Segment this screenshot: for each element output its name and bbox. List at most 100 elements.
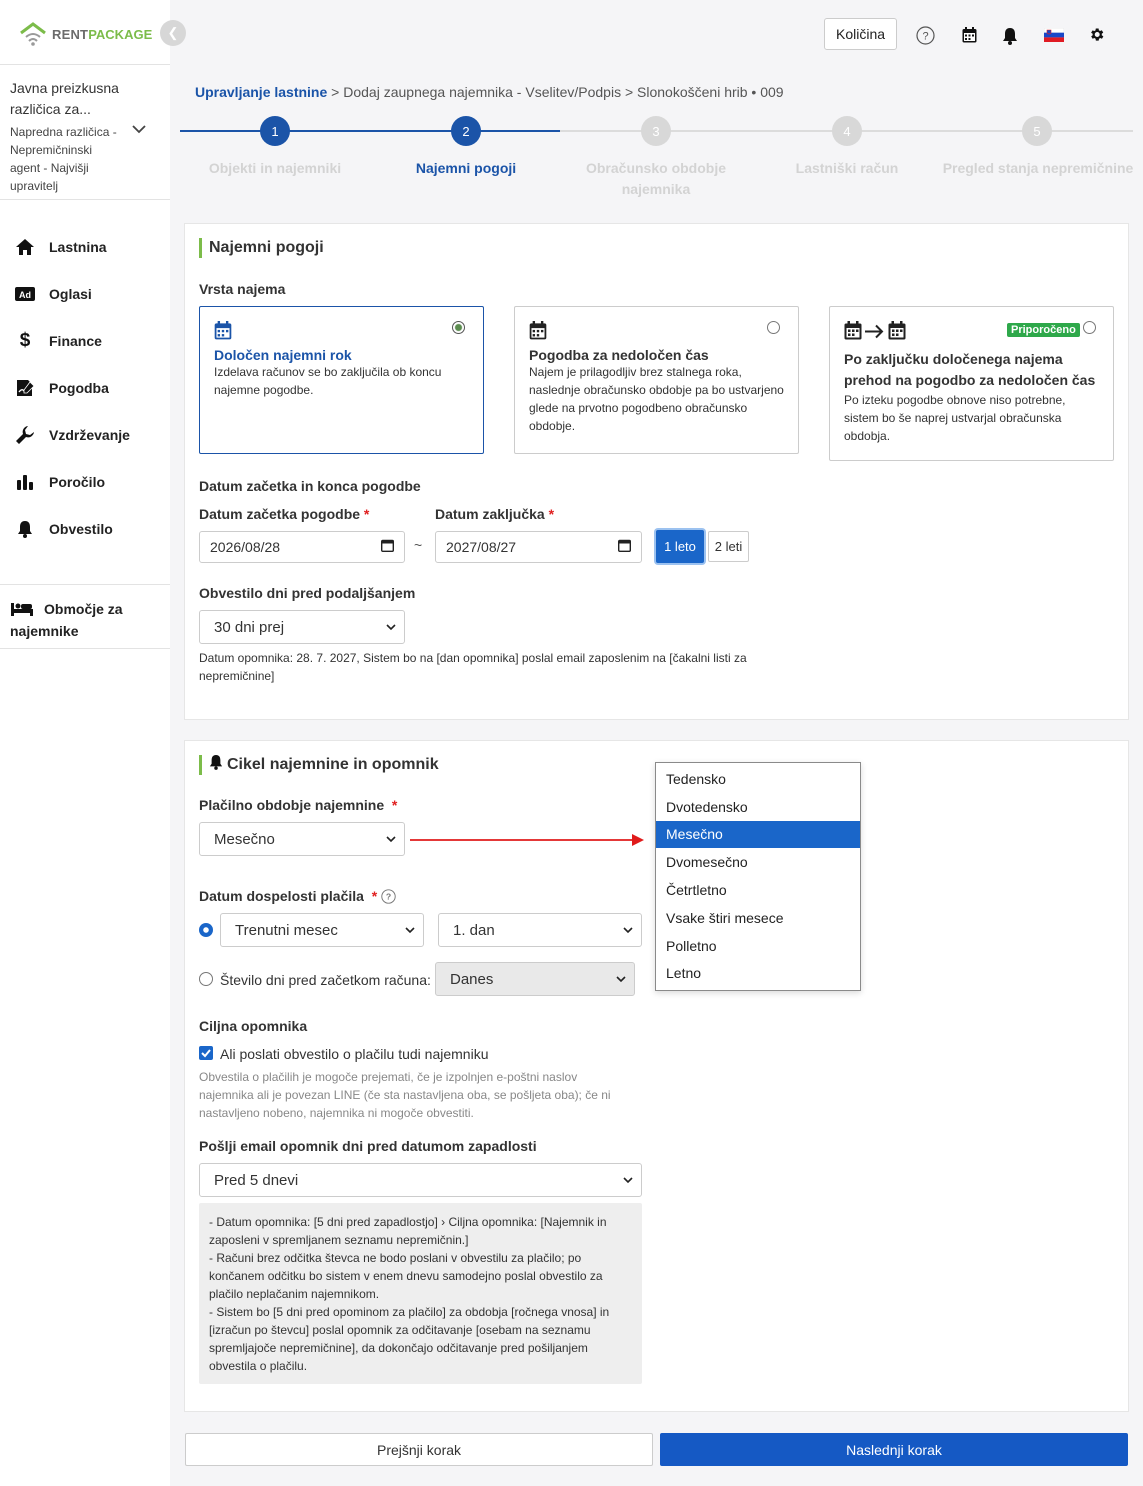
sidebar-item-obvestilo[interactable]: Obvestilo [0, 509, 170, 549]
gear-icon[interactable] [1088, 26, 1105, 46]
email-reminder-select[interactable]: Pred 5 dnevi [199, 1163, 642, 1197]
reminder-target-label: Ciljna opomnika [199, 1018, 308, 1034]
chevron-down-icon[interactable] [132, 124, 146, 134]
days-before-select[interactable]: Danes [435, 962, 635, 996]
dropdown-option[interactable]: Dvomesečno [656, 848, 860, 876]
account-switcher[interactable]: Javna preizkusna različica za... Napredn… [10, 78, 155, 195]
radio-transition[interactable] [1083, 321, 1096, 334]
required-marker: * [363, 506, 370, 522]
dropdown-option[interactable]: Vsake štiri mesece [656, 904, 860, 932]
payment-period-dropdown[interactable]: Tedensko Dvotedensko Mesečno Dvomesečno … [655, 762, 861, 991]
sidebar-item-finance[interactable]: $ Finance [0, 321, 170, 361]
ad-icon: Ad [14, 283, 36, 305]
date-range-separator: ~ [414, 537, 423, 553]
dropdown-option[interactable]: Tedensko [656, 765, 860, 793]
dropdown-option[interactable]: Dvotedensko [656, 793, 860, 821]
calendar-picker-icon[interactable] [380, 539, 395, 555]
account-role: Napredna različica - Nepremičninski agen… [10, 125, 117, 193]
due-date-label: Datum dospelosti plačila * ? [199, 888, 396, 907]
svg-text:?: ? [922, 31, 928, 43]
renewal-notice-note: Datum opomnika: 28. 7. 2027, Sistem bo n… [199, 651, 747, 683]
logo-text-a: RENT [52, 26, 89, 42]
bell-icon [209, 754, 223, 775]
rental-type-option-fixed[interactable]: Določen najemni rok Izdelava računov se … [199, 306, 484, 454]
help-icon[interactable]: ? [916, 26, 935, 48]
sidebar-item-porocilo[interactable]: Poročilo [0, 462, 170, 502]
dropdown-option[interactable]: Letno [656, 960, 860, 988]
notification-bell-icon[interactable] [1002, 27, 1018, 48]
sidebar-item-pogodba[interactable]: Pogodba [0, 368, 170, 408]
sidebar-item-label: Obvestilo [49, 521, 113, 537]
end-date-input[interactable]: 2027/08/27 [435, 531, 642, 563]
divider [0, 64, 170, 65]
step-1-dot[interactable]: 1 [260, 116, 290, 146]
sidebar-item-lastnina[interactable]: Lastnina [0, 227, 170, 267]
dropdown-option[interactable]: Polletno [656, 932, 860, 960]
payment-period-select[interactable]: Mesečno [199, 822, 405, 856]
chevron-down-icon [386, 624, 396, 631]
option-description: Najem je prilagodljiv brez stalnega roka… [529, 365, 784, 433]
previous-step-button[interactable]: Prejšnji korak [185, 1433, 653, 1466]
due-day-select[interactable]: 1. dan [438, 913, 642, 947]
info-line: - Sistem bo [5 dni pred opominom za plač… [209, 1305, 610, 1373]
sidebar-item-vzdrzevanje[interactable]: Vzdrževanje [0, 415, 170, 455]
due-date-label-text: Datum dospelosti plačila [199, 888, 364, 904]
start-date-value: 2026/08/28 [210, 539, 281, 555]
divider [0, 648, 170, 649]
sidebar-item-oglasi[interactable]: Ad Oglasi [0, 274, 170, 314]
reminder-info-box: - Datum opomnika: [5 dni pred zapadlostj… [199, 1203, 642, 1384]
step-5-label: Pregled stanja nepremičnine [942, 160, 1134, 176]
red-arrow-annotation [410, 834, 644, 846]
calendar-picker-icon[interactable] [617, 539, 632, 555]
start-date-label: Datum začetka pogodbe * [199, 506, 369, 522]
calendar-icon[interactable] [962, 27, 977, 46]
chevron-left-icon: ❮ [167, 25, 179, 40]
svg-text:?: ? [386, 892, 391, 902]
rental-terms-card [184, 223, 1129, 720]
due-month-radio[interactable] [199, 923, 213, 937]
days-before-value: Danes [450, 970, 494, 988]
calendar-icon [529, 321, 547, 343]
end-date-label: Datum zaključka * [435, 506, 554, 522]
step-2-label: Najemni pogoji [415, 160, 517, 176]
dollar-icon: $ [19, 330, 31, 351]
info-line: - Datum opomnika: [5 dni pred zapadlostj… [209, 1215, 607, 1247]
radio-indefinite[interactable] [767, 321, 780, 334]
step-4-dot: 4 [832, 116, 862, 146]
logo-text-b: PACKAGE [88, 26, 153, 42]
chevron-down-icon [616, 976, 626, 983]
logo-icon [20, 22, 46, 46]
option-description: Izdelava računov se bo zaključila ob kon… [214, 365, 442, 397]
option-title: Po zaključku določenega najema prehod na… [844, 351, 1096, 388]
sidebar-item-tenant-area[interactable]: Območje za najemnike [10, 598, 160, 642]
next-step-button[interactable]: Naslednji korak [660, 1433, 1128, 1466]
dropdown-option[interactable]: Četrtletno [656, 876, 860, 904]
start-date-input[interactable]: 2026/08/28 [199, 531, 405, 563]
logo[interactable]: RENT PACKAGE [18, 20, 152, 48]
dropdown-option-selected[interactable]: Mesečno [656, 820, 860, 849]
days-before-radio[interactable] [199, 972, 213, 986]
account-name: Javna preizkusna različica za... [10, 80, 119, 117]
two-years-button[interactable]: 2 leti [708, 531, 749, 562]
quantity-button[interactable]: Količina [824, 18, 898, 50]
radio-fixed[interactable] [452, 321, 465, 334]
chevron-down-icon [405, 927, 415, 934]
help-icon[interactable]: ? [381, 889, 396, 907]
rent-cycle-title: Cikel najemnine in opomnik [199, 754, 439, 775]
rental-type-option-transition[interactable]: Po zaključku določenega najema prehod na… [829, 306, 1114, 461]
step-2-dot[interactable]: 2 [451, 116, 481, 146]
rental-type-option-indefinite[interactable]: Pogodba za nedoločen čas Najem je prilag… [514, 306, 799, 454]
recommended-badge: Priporočeno [1007, 323, 1080, 337]
collapse-sidebar-button[interactable]: ❮ [160, 20, 186, 46]
calendar-arrow-calendar-icon [844, 321, 908, 343]
flag-si-icon[interactable] [1043, 27, 1065, 45]
one-year-button[interactable]: 1 leto [656, 530, 704, 563]
due-month-select[interactable]: Trenutni mesec [220, 913, 424, 947]
home-icon [14, 236, 36, 258]
breadcrumb-root-link[interactable]: Upravljanje lastnine [195, 84, 327, 100]
days-before-label: Število dni pred začetkom računa: [220, 972, 431, 988]
email-reminder-value: Pred 5 dnevi [214, 1171, 299, 1189]
payment-period-label-text: Plačilno obdobje najemnine [199, 797, 385, 813]
renewal-notice-select[interactable]: 30 dni prej [199, 610, 405, 644]
send-tenant-checkbox[interactable] [199, 1046, 213, 1060]
